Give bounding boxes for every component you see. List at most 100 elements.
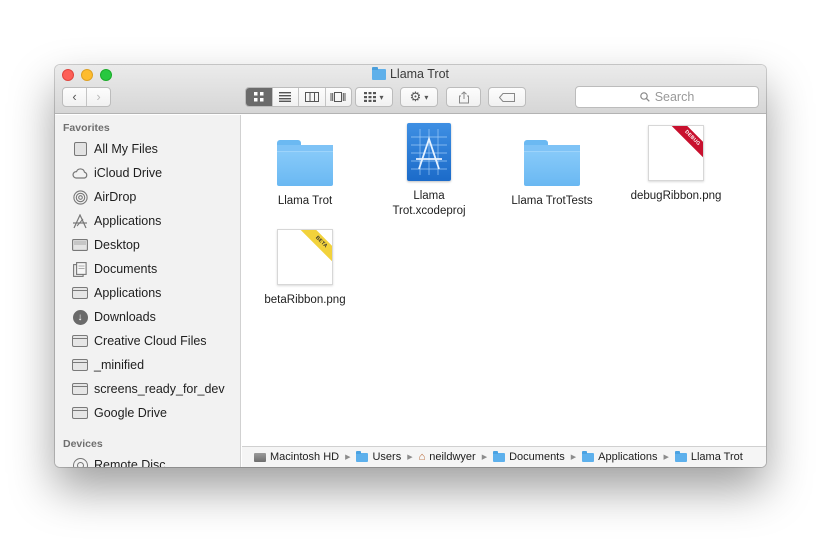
chevron-down-icon: ▾ (379, 92, 384, 102)
view-mode-buttons (245, 87, 352, 107)
folder-icon (72, 358, 88, 372)
folder-icon (356, 450, 369, 462)
column-view-button[interactable] (299, 88, 326, 106)
path-item-home[interactable]: ⌂ neildwyer (419, 451, 476, 463)
folder-icon (674, 450, 687, 462)
file-name: Llama Trot (277, 195, 333, 207)
file-item-llama-trot-folder[interactable]: Llama Trot (247, 128, 363, 209)
sidebar-item-airdrop[interactable]: AirDrop (55, 185, 240, 209)
file-name: debugRibbon.png (630, 190, 722, 202)
grid-icon (253, 92, 264, 102)
sidebar-item-applications[interactable]: Applications (55, 209, 240, 233)
folder-icon (277, 140, 333, 186)
sidebar: Favorites All My Files iCloud Drive AirD… (55, 115, 241, 467)
sidebar-item-screens-ready-for-dev[interactable]: screens_ready_for_dev (55, 377, 240, 401)
action-button[interactable]: ⚙ ▾ (400, 87, 438, 107)
documents-icon (72, 261, 88, 277)
list-icon (279, 92, 292, 102)
sidebar-item-label: Creative Cloud Files (94, 334, 207, 348)
file-name: Llama Trot.xcodeproj (392, 190, 466, 217)
sidebar-header-devices: Devices (63, 438, 103, 450)
back-button[interactable]: ‹ (63, 88, 87, 106)
window-title-text: Llama Trot (389, 67, 450, 81)
path-item-label: Documents (509, 451, 565, 463)
path-item-label: Users (372, 451, 402, 463)
tag-button[interactable] (488, 87, 526, 107)
sidebar-item-documents[interactable]: Documents (55, 257, 240, 281)
sidebar-item-all-my-files[interactable]: All My Files (55, 137, 240, 161)
path-item-label: Llama Trot (690, 451, 743, 463)
download-icon: ↓ (72, 309, 88, 325)
file-name: betaRibbon.png (264, 294, 346, 306)
path-item-users[interactable]: Users (356, 450, 402, 463)
sidebar-item-icloud-drive[interactable]: iCloud Drive (55, 161, 240, 185)
coverflow-view-button[interactable] (326, 88, 352, 106)
sidebar-item-label: screens_ready_for_dev (94, 382, 225, 396)
file-item-llama-trottests-folder[interactable]: Llama TrotTests (494, 128, 610, 209)
sidebar-item-label: Applications (94, 214, 162, 228)
sidebar-item-label: iCloud Drive (94, 166, 163, 180)
all-files-icon (72, 142, 88, 156)
path-separator-icon: ▶ (345, 454, 351, 461)
folder-icon (582, 450, 595, 462)
ribbon-label: BETA (299, 230, 332, 265)
sidebar-item-remote-disc[interactable]: Remote Disc (55, 453, 240, 467)
ribbon-label: DEBUG (670, 126, 703, 161)
folder-icon (72, 334, 88, 348)
sidebar-item-applications-folder[interactable]: Applications (55, 281, 240, 305)
xcode-project-icon (407, 123, 451, 181)
sidebar-item-label: All My Files (94, 142, 158, 156)
list-view-button[interactable] (273, 88, 299, 106)
columns-icon (304, 92, 319, 102)
sidebar-item-minified[interactable]: _minified (55, 353, 240, 377)
gear-icon: ⚙ (409, 89, 422, 104)
search-field[interactable]: Search (575, 86, 759, 108)
home-icon: ⌂ (418, 451, 426, 463)
sidebar-item-creative-cloud-files[interactable]: Creative Cloud Files (55, 329, 240, 353)
sidebar-item-downloads[interactable]: ↓ Downloads (55, 305, 240, 329)
path-separator-icon: ▶ (570, 454, 577, 461)
cloud-icon (72, 166, 88, 180)
file-name: Llama TrotTests (511, 195, 593, 207)
coverflow-icon (330, 92, 346, 102)
tag-icon (499, 92, 515, 102)
path-separator-icon: ▶ (663, 454, 669, 461)
file-grid: Llama Trot Llama Trot.xcodeproj Llama Tr… (242, 115, 766, 445)
chevron-down-icon: ▾ (424, 92, 429, 102)
folder-icon (524, 140, 580, 186)
folder-icon (72, 406, 88, 420)
path-item-llama-trot[interactable]: Llama Trot (674, 450, 743, 463)
icon-view-button[interactable] (246, 88, 273, 106)
path-bar: Macintosh HD ▶ Users ▶ ⌂ neildwyer ▶ Doc… (242, 446, 766, 467)
file-item-xcodeproj[interactable]: Llama Trot.xcodeproj (371, 123, 487, 219)
image-thumbnail: DEBUG (648, 125, 704, 181)
sidebar-item-label: _minified (94, 358, 145, 372)
sidebar-header-favorites: Favorites (63, 122, 110, 134)
path-item-label: Applications (598, 451, 658, 463)
sidebar-item-desktop[interactable]: Desktop (55, 233, 240, 257)
path-separator-icon: ▶ (407, 454, 413, 461)
path-item-label: Macintosh HD (270, 451, 340, 463)
path-separator-icon: ▶ (481, 454, 488, 461)
share-button[interactable] (446, 87, 481, 107)
window-title: Llama Trot (55, 66, 766, 81)
navigation-buttons: ‹ › (62, 87, 111, 107)
arrange-button[interactable]: ▾ (355, 87, 393, 107)
search-icon (639, 92, 650, 102)
file-item-debugribbon-png[interactable]: DEBUG debugRibbon.png (618, 123, 734, 204)
disk-icon (254, 452, 266, 462)
folder-icon (493, 450, 506, 462)
forward-button[interactable]: › (87, 88, 110, 106)
path-item-applications[interactable]: Applications (582, 450, 658, 463)
file-item-betaribbon-png[interactable]: BETA betaRibbon.png (247, 227, 363, 308)
sidebar-item-google-drive[interactable]: Google Drive (55, 401, 240, 425)
folder-icon (371, 66, 386, 80)
disc-icon (72, 457, 88, 467)
sidebar-item-label: AirDrop (94, 190, 137, 204)
folder-icon (72, 382, 88, 396)
toolbar: Llama Trot ‹ › ▾ ⚙ ▾ Search (55, 65, 766, 114)
path-item-macintosh-hd[interactable]: Macintosh HD (254, 451, 339, 463)
sidebar-item-label: Desktop (94, 238, 140, 252)
path-item-documents[interactable]: Documents (493, 450, 565, 463)
finder-window: Llama Trot ‹ › ▾ ⚙ ▾ Search Favorites Al… (55, 65, 766, 467)
